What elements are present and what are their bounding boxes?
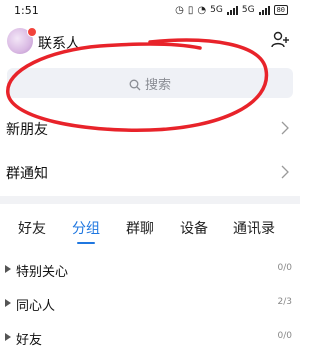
expand-arrow-icon[interactable] (5, 265, 11, 273)
status-bar: 1:51 ◷ ▯ ◔ 5G 5G 80 (0, 0, 300, 22)
search-icon (129, 79, 141, 91)
signal-label-1: 5G (210, 5, 223, 15)
search-placeholder-wrap: 搜索 (7, 74, 293, 93)
chevron-right-icon (281, 121, 289, 135)
expand-arrow-icon[interactable] (5, 299, 11, 307)
wifi-icon: ◔ (197, 4, 207, 16)
status-icons: ◷ ▯ ◔ 5G 5G 80 (175, 4, 288, 16)
group-name: 同心人 (16, 299, 56, 314)
tab-friends[interactable]: 好友 (18, 218, 46, 238)
group-count: 0/0 (277, 331, 292, 341)
group-count: 0/0 (277, 263, 292, 273)
chevron-right-icon (281, 165, 289, 179)
tab-devices[interactable]: 设备 (180, 218, 208, 238)
page-title: 联系人 (38, 36, 80, 52)
section-divider (0, 196, 300, 204)
alarm-icon: ◷ (175, 4, 184, 16)
group-notice-row[interactable]: 群通知 (0, 151, 300, 195)
group-count: 2/3 (277, 297, 292, 307)
signal-label-2: 5G (241, 5, 255, 15)
signal-bars-icon-2 (258, 5, 270, 15)
header: 联系人 (0, 22, 300, 64)
group-row-tongxin[interactable]: 同心人 2/3 (0, 287, 300, 321)
group-name: 特别关心 (16, 265, 69, 280)
new-friends-label: 新朋友 (6, 122, 48, 138)
tab-groups[interactable]: 分组 (72, 218, 100, 238)
new-friends-row[interactable]: 新朋友 (0, 107, 300, 151)
group-row-friends[interactable]: 好友 0/0 (0, 321, 300, 355)
group-row-special[interactable]: 特别关心 0/0 (0, 253, 300, 287)
search-bar[interactable]: 搜索 (7, 68, 293, 98)
tab-address-book[interactable]: 通讯录 (233, 218, 275, 238)
online-status-dot (27, 27, 37, 37)
group-notice-label: 群通知 (6, 166, 48, 182)
signal-bars-icon (226, 5, 238, 15)
status-time: 1:51 (14, 4, 39, 17)
active-tab-indicator (77, 242, 95, 244)
vibrate-icon: ▯ (187, 4, 194, 16)
group-name: 好友 (16, 333, 43, 348)
contact-tabs: 好友 分组 群聊 设备 通讯录 (0, 212, 300, 246)
expand-arrow-icon[interactable] (5, 333, 11, 341)
tab-group-chats[interactable]: 群聊 (126, 218, 154, 238)
add-friend-icon[interactable] (270, 30, 290, 50)
battery-icon: 80 (273, 5, 288, 15)
search-placeholder: 搜索 (144, 78, 171, 93)
